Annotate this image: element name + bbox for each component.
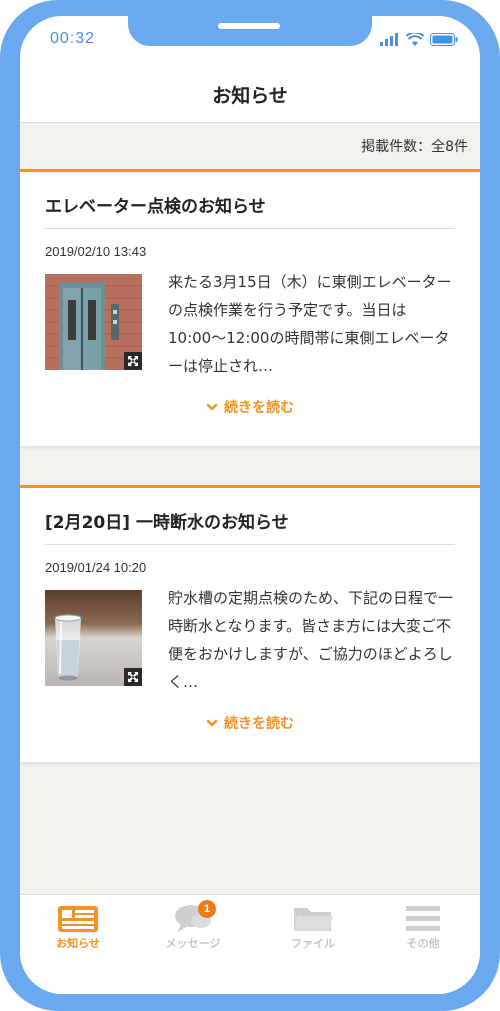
tab-notices[interactable]: お知らせ — [33, 903, 123, 953]
chevron-down-icon — [206, 403, 218, 411]
read-more-button[interactable]: 続きを読む — [20, 713, 480, 733]
elevator-photo[interactable] — [45, 274, 142, 370]
status-time: 00:32 — [50, 30, 96, 47]
page-title: お知らせ — [212, 84, 288, 107]
notice-date: 2019/02/10 13:43 — [45, 244, 147, 259]
phone-frame: 00:32 お知らせ 掲載件数：全8件 エレベーター点検のお知らせ 2019/0… — [0, 0, 500, 1011]
folder-icon — [294, 908, 333, 931]
notice-title[interactable]: [2月20日] 一時断水のお知らせ — [45, 508, 289, 533]
tab-label: メッセージ — [165, 937, 221, 950]
speaker — [218, 23, 280, 29]
status-bar: 00:32 — [20, 16, 480, 66]
news-icon — [58, 906, 98, 932]
divider — [45, 228, 455, 229]
tab-label: お知らせ — [56, 937, 100, 950]
unread-badge: 1 — [198, 900, 216, 918]
wifi-icon — [406, 32, 424, 46]
chevron-down-icon — [206, 719, 218, 727]
tab-bar: お知らせ 1 メッセージ ファイル その他 — [20, 894, 480, 994]
read-more-label: 続きを読む — [224, 716, 294, 732]
notice-card[interactable]: エレベーター点検のお知らせ 2019/02/10 13:43 来たる3月15日（… — [20, 169, 480, 446]
notice-date: 2019/01/24 10:20 — [45, 560, 147, 575]
app-header: お知らせ — [20, 66, 480, 123]
tab-others[interactable]: その他 — [378, 903, 468, 953]
tab-label: その他 — [406, 937, 440, 950]
battery-icon — [430, 32, 458, 46]
status-icons — [380, 32, 458, 46]
menu-icon — [406, 906, 440, 931]
tab-label: ファイル — [291, 937, 335, 950]
screen: 00:32 お知らせ 掲載件数：全8件 エレベーター点検のお知らせ 2019/0… — [20, 16, 480, 994]
count-bar: 掲載件数：全8件 — [20, 123, 480, 169]
notice-count: 掲載件数：全8件 — [361, 139, 468, 155]
water-glass-photo[interactable] — [45, 590, 142, 686]
notice-body: 貯水槽の定期点検のため、下記の日程で一時断水となります。皆さま方には大変ご不便を… — [168, 589, 454, 691]
signal-icon — [380, 32, 398, 46]
divider — [45, 544, 455, 545]
notch — [128, 16, 372, 46]
read-more-button[interactable]: 続きを読む — [20, 397, 480, 417]
tab-files[interactable]: ファイル — [268, 903, 358, 953]
read-more-label: 続きを読む — [224, 400, 294, 416]
notice-title[interactable]: エレベーター点検のお知らせ — [45, 192, 266, 217]
notice-card[interactable]: [2月20日] 一時断水のお知らせ 2019/01/24 10:20 貯水槽の定… — [20, 485, 480, 762]
notice-body: 来たる3月15日（木）に東側エレベーターの点検作業を行う予定です。当日は10:0… — [168, 273, 452, 375]
tab-messages[interactable]: 1 メッセージ — [148, 900, 238, 953]
expand-icon[interactable] — [124, 352, 142, 370]
expand-icon[interactable] — [124, 668, 142, 686]
